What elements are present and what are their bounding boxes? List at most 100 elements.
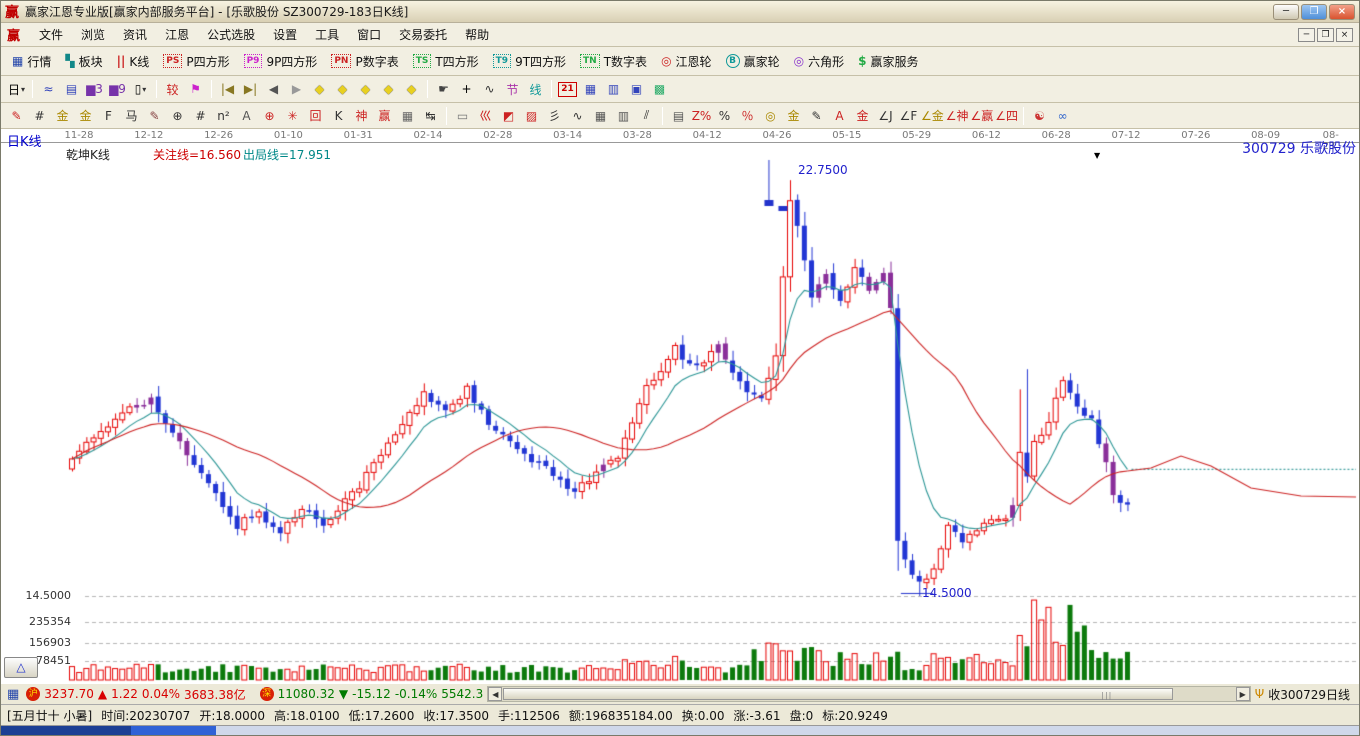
diamond-move-icon[interactable]: ◆: [400, 79, 423, 100]
taskbar-start-fragment[interactable]: [1, 726, 131, 735]
span-icon[interactable]: ↹: [419, 105, 442, 126]
n2-fence-icon[interactable]: n²: [212, 105, 235, 126]
event-pencil-icon[interactable]: ✎: [805, 105, 828, 126]
diamond-star-icon[interactable]: ◆: [377, 79, 400, 100]
menu-item-1[interactable]: 浏览: [72, 24, 114, 45]
parallel-icon[interactable]: ⫽: [635, 105, 658, 126]
zigzag-icon[interactable]: ∿: [566, 105, 589, 126]
angle-a-icon[interactable]: A: [235, 105, 258, 126]
p-square-button[interactable]: PS P四方形: [156, 51, 236, 72]
bars-doc-icon[interactable]: ▤: [667, 105, 690, 126]
ying-icon[interactable]: 赢: [373, 105, 396, 126]
box-tool-icon[interactable]: ▭: [451, 105, 474, 126]
pattern-icon[interactable]: 较: [161, 79, 184, 100]
menu-item-2[interactable]: 资讯: [114, 24, 156, 45]
table-view-icon[interactable]: ▩: [648, 79, 671, 100]
notes-icon[interactable]: ▥: [602, 79, 625, 100]
wave-chart-icon[interactable]: ≈: [37, 79, 60, 100]
angle-gold-icon[interactable]: ∠金: [920, 105, 945, 126]
gann-wheel-button[interactable]: ◎ 江恩轮: [654, 51, 719, 72]
angle-f-icon[interactable]: ∠F: [897, 105, 920, 126]
bars-3-icon[interactable]: ▆3: [83, 79, 106, 100]
kbar-icon[interactable]: K: [327, 105, 350, 126]
pencil2-icon[interactable]: ✎: [143, 105, 166, 126]
first-bar-icon[interactable]: |◀: [216, 79, 239, 100]
winner-service-button[interactable]: $ 赢家服务: [851, 51, 925, 72]
square-red-icon[interactable]: 回: [304, 105, 327, 126]
scrollbar-grip[interactable]: |||: [1101, 691, 1112, 700]
angle-j-icon[interactable]: ∠J: [874, 105, 897, 126]
hexagon-button[interactable]: ◎ 六角形: [787, 51, 852, 72]
clock-circle-icon[interactable]: ⊕: [166, 105, 189, 126]
note-doc-icon[interactable]: ▤: [60, 79, 83, 100]
gold-fence-icon[interactable]: 金: [51, 105, 74, 126]
t-square-button[interactable]: TS T四方形: [406, 51, 486, 72]
a-red-icon[interactable]: A: [828, 105, 851, 126]
gold-red-icon[interactable]: 金: [851, 105, 874, 126]
jie-icon[interactable]: 节: [501, 79, 524, 100]
restore-button[interactable]: ❐: [1301, 3, 1327, 20]
grid-a-icon[interactable]: ▦: [589, 105, 612, 126]
rays-icon[interactable]: 巛: [474, 105, 497, 126]
menu-item-0[interactable]: 文件: [30, 24, 72, 45]
scroll-left-button[interactable]: ◀: [488, 687, 503, 701]
taskbar-app-fragment[interactable]: [131, 726, 216, 735]
triangle-tool-button[interactable]: △: [4, 657, 38, 678]
candle-type-dropdown-arrow[interactable]: ▾: [142, 85, 146, 94]
angle-shen-icon[interactable]: ∠神: [945, 105, 970, 126]
lines-icon[interactable]: 彡: [543, 105, 566, 126]
t-table-button[interactable]: TN T数字表: [573, 51, 654, 72]
scroll-right-button[interactable]: ▶: [1235, 687, 1250, 701]
bars-9-icon[interactable]: ▆9: [106, 79, 129, 100]
crosshair-icon[interactable]: +: [455, 79, 478, 100]
erase-line-icon[interactable]: ∿: [478, 79, 501, 100]
hatch-rays-icon[interactable]: ▨: [520, 105, 543, 126]
pct-z-icon[interactable]: Z%: [690, 105, 713, 126]
flag-icon[interactable]: ⚑: [184, 79, 207, 100]
grid-icon[interactable]: ▦: [7, 687, 19, 702]
hand-icon[interactable]: ☛: [432, 79, 455, 100]
sectors-button[interactable]: ▚ 板块: [58, 51, 109, 72]
scrollbar-thumb[interactable]: |||: [503, 688, 1174, 700]
chart-scrollbar[interactable]: ◀ ||| ▶: [487, 686, 1251, 702]
grid-b-icon[interactable]: ▥: [612, 105, 635, 126]
9p-square-button[interactable]: P9 9P四方形: [237, 51, 325, 72]
menu-item-9[interactable]: 帮助: [456, 24, 498, 45]
zone-rays-icon[interactable]: ◩: [497, 105, 520, 126]
doc-restore-button[interactable]: ❐: [1317, 27, 1334, 42]
fence2-icon[interactable]: #: [189, 105, 212, 126]
chart-area[interactable]: 11-28 12-12 12-26 01-10 01-31 02-14 02-28 03-14…: [1, 129, 1359, 683]
grid-ticket-icon[interactable]: ▦: [396, 105, 419, 126]
shanghai-market-icon[interactable]: 沪: [26, 687, 41, 701]
p-table-button[interactable]: PN P数字表: [324, 51, 405, 72]
menu-item-8[interactable]: 交易委托: [390, 24, 456, 45]
save-icon[interactable]: ▣: [625, 79, 648, 100]
yinyang-icon[interactable]: ☯: [1028, 105, 1051, 126]
pencil-icon[interactable]: ✎: [5, 105, 28, 126]
quotes-button[interactable]: ▦ 行情: [5, 51, 58, 72]
xian-icon[interactable]: 线: [524, 79, 547, 100]
9t-square-button[interactable]: T9 9T四方形: [486, 51, 573, 72]
f-fence-icon[interactable]: F: [97, 105, 120, 126]
diamond-right-icon[interactable]: ◆: [308, 79, 331, 100]
target-red-icon[interactable]: ⊕: [258, 105, 281, 126]
shenzhen-market-icon[interactable]: 深: [259, 687, 274, 701]
ma-fence-icon[interactable]: 马: [120, 105, 143, 126]
doc-close-button[interactable]: ×: [1336, 27, 1353, 42]
star-red-icon[interactable]: ✳: [281, 105, 304, 126]
menu-item-4[interactable]: 公式选股: [198, 24, 264, 45]
gold-circle-icon[interactable]: ◎: [759, 105, 782, 126]
angle-si-icon[interactable]: ∠四: [994, 105, 1019, 126]
period-day-dropdown-arrow[interactable]: ▾: [21, 85, 25, 94]
close-button[interactable]: ×: [1329, 3, 1355, 20]
pct-icon[interactable]: %: [713, 105, 736, 126]
shen-icon[interactable]: 神: [350, 105, 373, 126]
calculator-icon[interactable]: ▦: [579, 79, 602, 100]
prev-bar-icon[interactable]: ◀: [262, 79, 285, 100]
candlestick-chart[interactable]: [1, 129, 1359, 683]
period-day-dropdown[interactable]: 日 ▾: [5, 79, 28, 100]
menu-item-5[interactable]: 设置: [264, 24, 306, 45]
candle-type-dropdown[interactable]: ▯ ▾: [129, 79, 152, 100]
diamond-compress-icon[interactable]: ◆: [354, 79, 377, 100]
gold-fence2-icon[interactable]: 金: [74, 105, 97, 126]
